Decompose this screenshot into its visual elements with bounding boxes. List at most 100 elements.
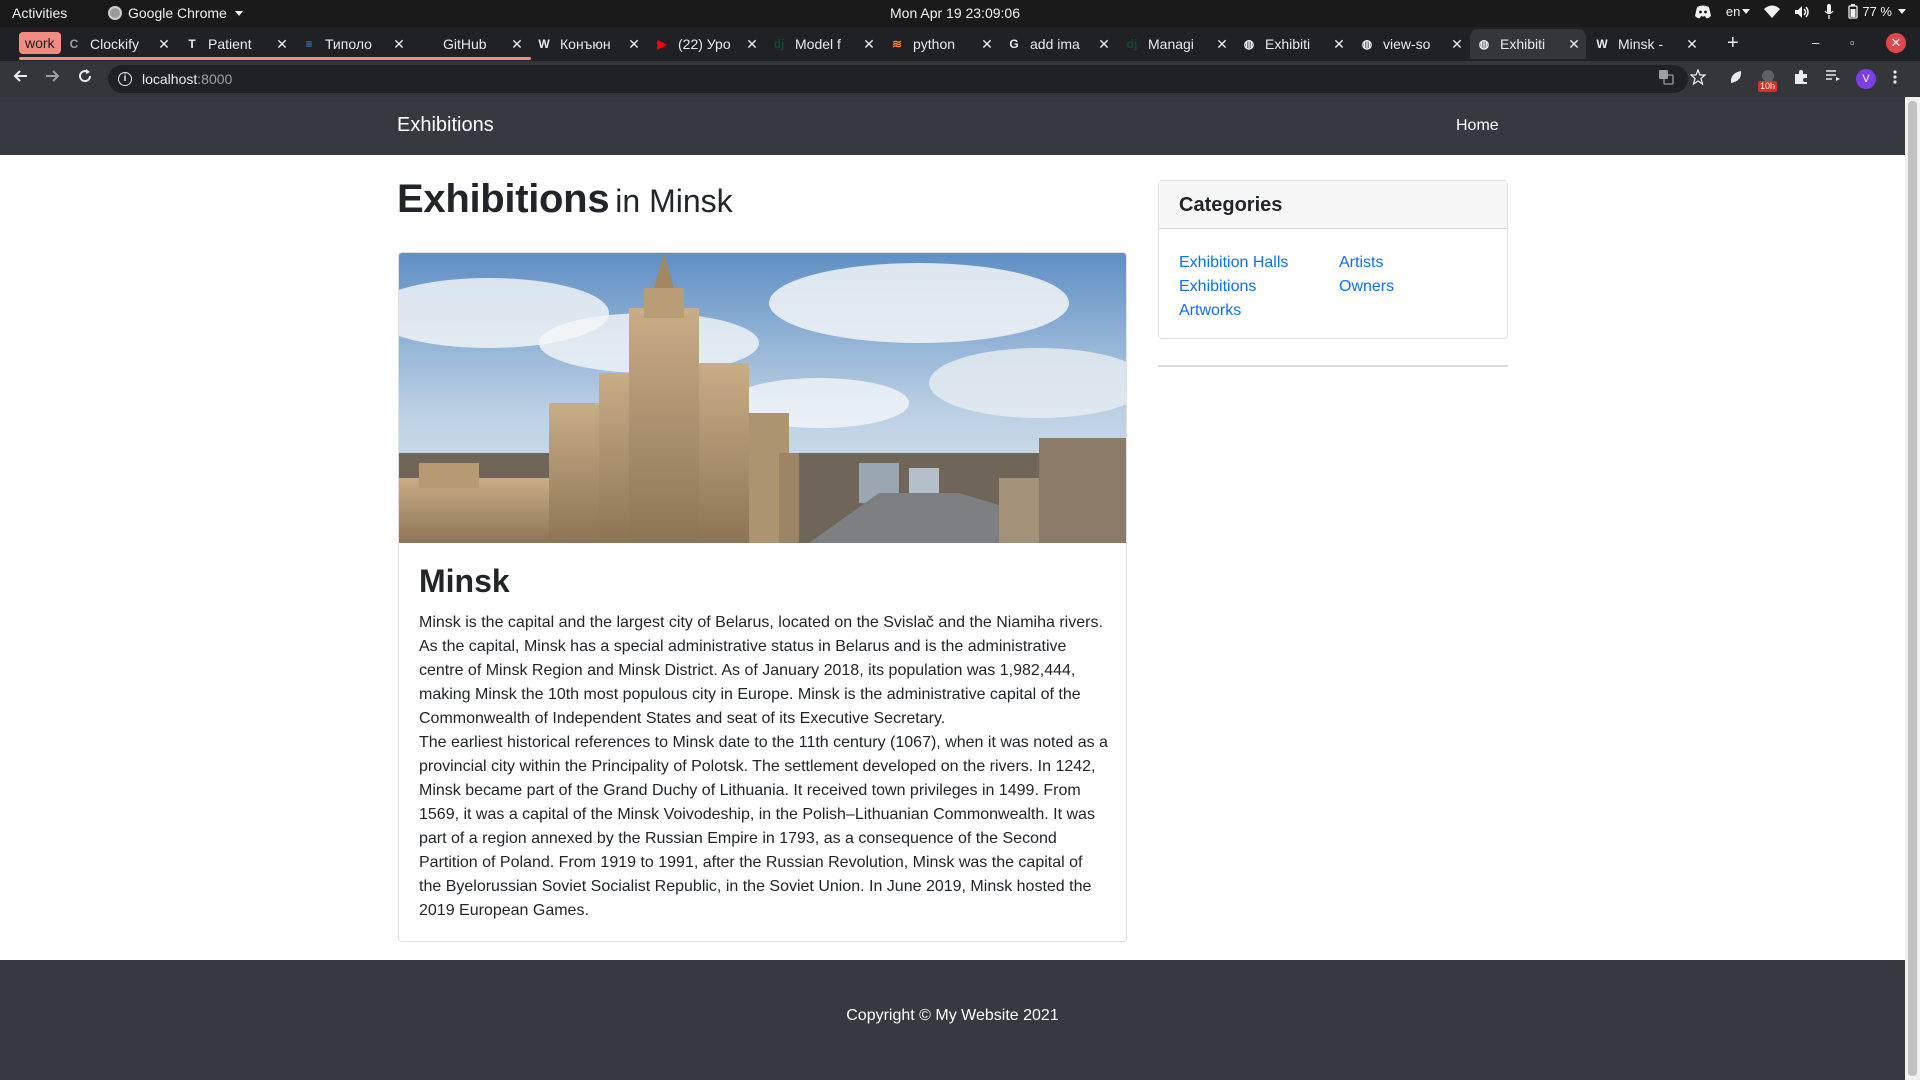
wifi-icon[interactable] — [1764, 5, 1781, 18]
close-window-icon[interactable]: ✕ — [1886, 33, 1906, 53]
tab-favicon-icon — [419, 36, 435, 52]
site-navbar: Exhibitions Home — [0, 97, 1905, 155]
volume-icon[interactable] — [1794, 5, 1810, 19]
page-scrollbar[interactable] — [1905, 97, 1920, 1080]
tab-label: Clockify — [90, 36, 140, 52]
app-menu-label: Google Chrome — [128, 5, 227, 21]
browser-tab[interactable]: W Minsk - ✕ — [1588, 29, 1704, 59]
tab-label: GitHub — [443, 36, 487, 52]
tab-label: Model f — [795, 36, 841, 52]
browser-tab[interactable]: dj Model f ✕ — [765, 29, 881, 59]
browser-toolbar: i localhost:8000 10h V — [0, 61, 1920, 97]
forward-icon[interactable] — [45, 67, 61, 89]
tab-favicon-icon: dj — [773, 37, 785, 51]
browser-tab[interactable]: ≋ python ✕ — [883, 29, 999, 59]
category-link-exhibition-halls[interactable]: Exhibition Halls — [1179, 251, 1339, 275]
tab-close-icon[interactable]: ✕ — [1096, 36, 1112, 53]
tab-close-icon[interactable]: ✕ — [509, 36, 525, 53]
tab-favicon-icon: ≋ — [891, 37, 903, 51]
tab-favicon-icon: C — [69, 37, 79, 51]
site-info-icon[interactable]: i — [118, 72, 132, 86]
category-link-artworks[interactable]: Artworks — [1179, 299, 1339, 323]
reload-icon[interactable] — [77, 67, 93, 89]
browser-tab[interactable]: W Конъюн ✕ — [530, 29, 646, 59]
tab-close-icon[interactable]: ✕ — [1684, 36, 1700, 53]
browser-tab[interactable]: ◍ Exhibiti ✕ — [1470, 29, 1586, 59]
extension-leaf-icon[interactable] — [1728, 69, 1744, 88]
tab-favicon-icon: G — [1009, 37, 1019, 51]
chevron-down-icon — [1742, 9, 1751, 14]
address-bar[interactable]: i localhost:8000 — [108, 65, 1688, 93]
url-text[interactable]: localhost:8000 — [142, 71, 232, 87]
media-queue-icon[interactable] — [1825, 69, 1841, 86]
os-top-bar: Activities Google Chrome Mon Apr 19 23:0… — [0, 0, 1920, 27]
scrollbar-thumb[interactable] — [1908, 101, 1917, 1076]
tab-close-icon[interactable]: ✕ — [274, 36, 290, 53]
tab-label: Exhibiti — [1265, 36, 1311, 52]
url-host: localhost — [142, 71, 198, 87]
page-viewport: Exhibitions Home Exhibitions in Minsk Mi… — [0, 97, 1905, 1080]
browser-tab[interactable]: ◍ Exhibiti ✕ — [1235, 29, 1351, 59]
city-description: Minsk is the capital and the largest cit… — [419, 611, 1109, 923]
microphone-icon[interactable] — [1824, 4, 1834, 19]
browser-tab[interactable]: Gadd ima ✕ — [1000, 29, 1116, 59]
site-footer: Copyright © My Website 2021 — [0, 960, 1905, 1080]
category-link-artists[interactable]: Artists — [1339, 251, 1499, 275]
chevron-down-icon — [234, 10, 243, 16]
tab-favicon-icon: ◍ — [1361, 37, 1373, 51]
tab-close-icon[interactable]: ✕ — [1331, 36, 1347, 53]
browser-tab[interactable]: C Clockify ✕ — [60, 29, 176, 59]
tab-label: Patient — [208, 36, 252, 52]
footer-copyright: Copyright © My Website 2021 — [846, 1007, 1059, 1024]
keyboard-layout-label: en — [1725, 4, 1741, 19]
city-title: Minsk — [419, 563, 510, 599]
bookmark-star-icon[interactable] — [1689, 68, 1707, 88]
translate-icon[interactable] — [1658, 69, 1674, 88]
restore-icon[interactable]: ▫ — [1850, 35, 1855, 50]
category-link-exhibitions[interactable]: Exhibitions — [1179, 275, 1339, 299]
clock[interactable]: Mon Apr 19 23:09:06 — [890, 5, 1090, 21]
tab-strip: work C Clockify ✕ T Patient ✕ ≡ Типоло ✕ GitHub ✕ W… — [0, 27, 1920, 61]
new-tab-icon[interactable]: + — [1727, 33, 1739, 53]
tab-label: add ima — [1030, 36, 1080, 52]
minimize-icon[interactable]: – — [1812, 35, 1819, 50]
battery-indicator[interactable]: 77 % — [1848, 4, 1906, 19]
tab-label: Managi — [1148, 36, 1194, 52]
tab-close-icon[interactable]: ✕ — [1449, 36, 1465, 53]
tab-close-icon[interactable]: ✕ — [626, 36, 642, 53]
chrome-menu-icon[interactable] — [1892, 69, 1898, 88]
nav-home-link[interactable]: Home — [1456, 117, 1499, 135]
browser-tab[interactable]: T Patient ✕ — [178, 29, 294, 59]
profile-avatar[interactable]: V — [1856, 69, 1876, 89]
extensions-puzzle-icon[interactable] — [1793, 69, 1809, 88]
activities-button[interactable]: Activities — [12, 5, 67, 21]
extension-badge: 10h — [1758, 81, 1778, 92]
keyboard-layout[interactable]: en — [1725, 4, 1751, 19]
tab-close-icon[interactable]: ✕ — [861, 36, 877, 53]
navbar-brand-link[interactable]: Exhibitions — [397, 114, 494, 137]
discord-icon[interactable] — [1694, 5, 1712, 19]
page-title-main: Exhibitions — [397, 177, 610, 221]
browser-tab[interactable]: ▶ (22) Уро ✕ — [648, 29, 764, 59]
browser-tab[interactable]: GitHub ✕ — [413, 29, 529, 59]
system-tray[interactable]: en 77 % — [1694, 4, 1906, 19]
browser-tab[interactable]: ◍ view-so ✕ — [1353, 29, 1469, 59]
category-link-owners[interactable]: Owners — [1339, 275, 1499, 299]
tab-close-icon[interactable]: ✕ — [1566, 36, 1582, 53]
tab-close-icon[interactable]: ✕ — [1214, 36, 1230, 53]
browser-tab[interactable]: dj Managi ✕ — [1118, 29, 1234, 59]
tab-label: python — [913, 36, 956, 52]
tab-favicon-icon: ◍ — [1243, 37, 1255, 51]
tab-close-icon[interactable]: ✕ — [156, 36, 172, 53]
chevron-down-icon — [1898, 9, 1906, 14]
tab-label: Minsk - — [1618, 36, 1664, 52]
tab-group-chip[interactable]: work — [19, 32, 61, 54]
app-menu[interactable]: Google Chrome — [108, 5, 243, 21]
tab-favicon-icon: ▶ — [657, 37, 667, 51]
back-icon[interactable] — [12, 67, 28, 89]
battery-label: 77 % — [1862, 4, 1892, 19]
tab-close-icon[interactable]: ✕ — [744, 36, 760, 53]
tab-close-icon[interactable]: ✕ — [979, 36, 995, 53]
tab-close-icon[interactable]: ✕ — [391, 36, 407, 53]
browser-tab[interactable]: ≡ Типоло ✕ — [295, 29, 411, 59]
